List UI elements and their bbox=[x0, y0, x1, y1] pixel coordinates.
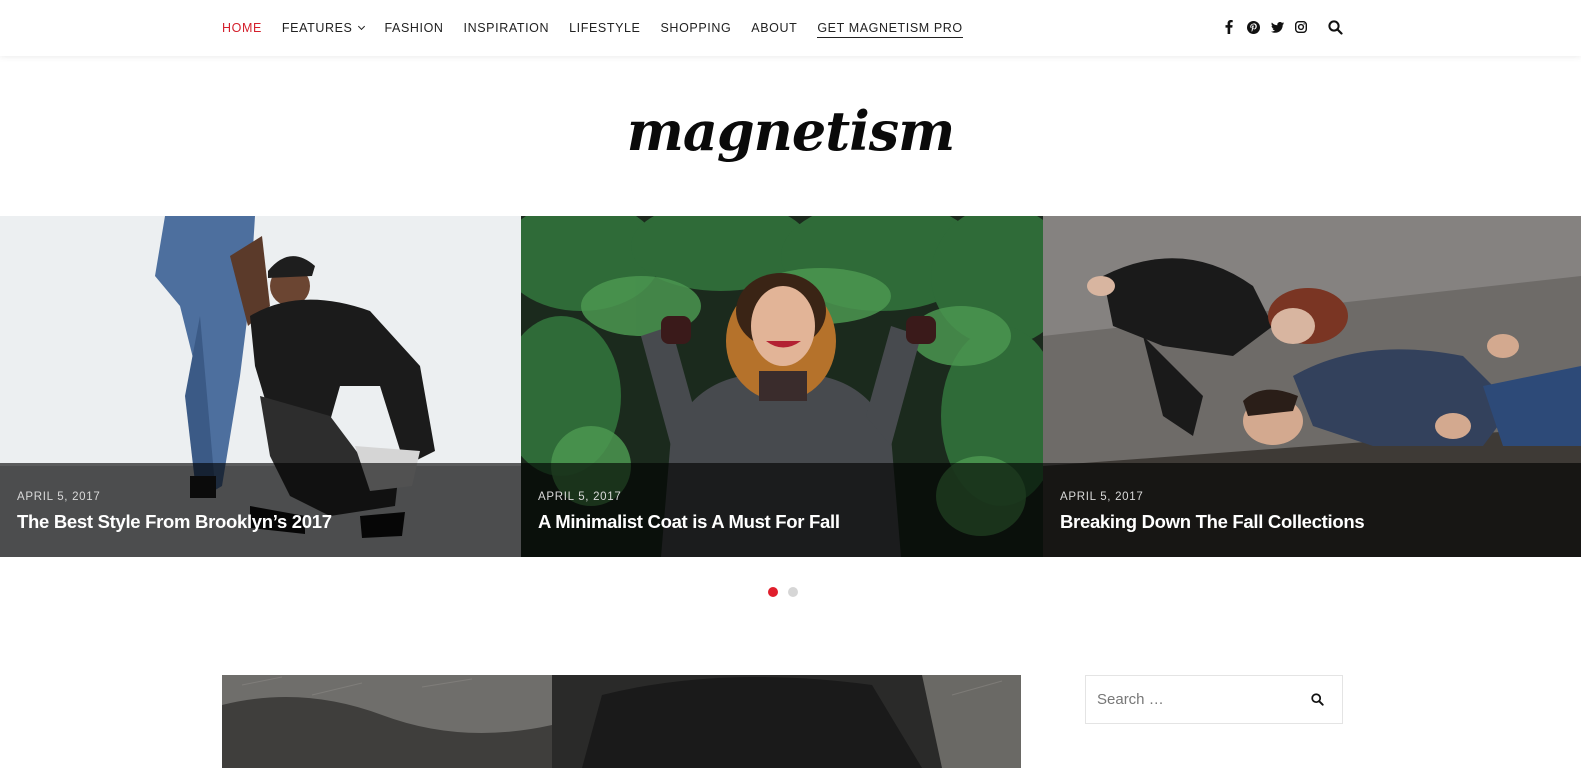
slide-date: APRIL 5, 2017 bbox=[17, 491, 101, 503]
nav-item-label: LIFESTYLE bbox=[569, 21, 641, 35]
nav-item-shopping[interactable]: SHOPPING bbox=[661, 18, 732, 38]
search-submit-button[interactable] bbox=[1302, 685, 1332, 715]
top-navigation-bar: HOME FEATURES FASHION INSPIRATION LIFEST… bbox=[0, 0, 1581, 56]
nav-item-get-pro[interactable]: GET MAGNETISM PRO bbox=[817, 18, 963, 38]
nav-item-home[interactable]: HOME bbox=[222, 18, 262, 38]
nav-item-label: GET MAGNETISM PRO bbox=[817, 20, 963, 35]
slide-card[interactable]: APRIL 5, 2017 The Best Style From Brookl… bbox=[0, 216, 521, 557]
slide-title[interactable]: Breaking Down The Fall Collections bbox=[1060, 511, 1581, 533]
chevron-down-icon bbox=[358, 22, 366, 30]
nav-item-label: FASHION bbox=[384, 21, 444, 35]
nav-item-label: SHOPPING bbox=[660, 21, 732, 35]
nav-item-label: HOME bbox=[222, 21, 262, 35]
slide-title[interactable]: A Minimalist Coat is A Must For Fall bbox=[538, 511, 1043, 533]
featured-slider: APRIL 5, 2017 The Best Style From Brookl… bbox=[0, 216, 1581, 557]
nav-item-label: INSPIRATION bbox=[463, 21, 550, 35]
search-icon bbox=[1310, 693, 1324, 706]
nav-item-label: FEATURES bbox=[281, 21, 353, 35]
twitter-icon[interactable] bbox=[1270, 19, 1284, 35]
slide-title[interactable]: The Best Style From Brooklyn’s 2017 bbox=[17, 511, 521, 533]
search-icon[interactable] bbox=[1328, 20, 1344, 36]
site-logo[interactable]: magnetism bbox=[0, 96, 1581, 166]
instagram-icon[interactable] bbox=[1294, 19, 1308, 35]
nav-item-inspiration[interactable]: INSPIRATION bbox=[464, 18, 550, 38]
sidebar-search-form bbox=[1085, 675, 1343, 724]
nav-item-label: ABOUT bbox=[751, 21, 798, 35]
slide-date: APRIL 5, 2017 bbox=[1060, 491, 1144, 503]
nav-item-about[interactable]: ABOUT bbox=[751, 18, 797, 38]
slider-pagination bbox=[768, 587, 798, 597]
slide-card[interactable]: APRIL 5, 2017 Breaking Down The Fall Col… bbox=[1043, 216, 1581, 557]
slide-caption: APRIL 5, 2017 Breaking Down The Fall Col… bbox=[1043, 463, 1581, 557]
slide-card[interactable]: APRIL 5, 2017 A Minimalist Coat is A Mus… bbox=[521, 216, 1043, 557]
slide-caption: APRIL 5, 2017 A Minimalist Coat is A Mus… bbox=[521, 463, 1043, 557]
nav-item-fashion[interactable]: FASHION bbox=[384, 18, 443, 38]
post-featured-image[interactable] bbox=[222, 675, 1021, 768]
slide-caption: APRIL 5, 2017 The Best Style From Brookl… bbox=[0, 463, 521, 557]
slide-date: APRIL 5, 2017 bbox=[538, 491, 622, 503]
nav-item-lifestyle[interactable]: LIFESTYLE bbox=[569, 18, 640, 38]
social-links bbox=[1222, 19, 1308, 35]
slider-dot-1[interactable] bbox=[768, 587, 778, 597]
post-photo bbox=[222, 675, 1021, 768]
search-input[interactable] bbox=[1086, 676, 1296, 723]
facebook-icon[interactable] bbox=[1222, 19, 1236, 35]
slider-dot-2[interactable] bbox=[788, 587, 798, 597]
main-menu: HOME FEATURES FASHION INSPIRATION LIFEST… bbox=[222, 18, 963, 38]
nav-item-features[interactable]: FEATURES bbox=[281, 18, 366, 38]
pinterest-icon[interactable] bbox=[1246, 19, 1260, 35]
